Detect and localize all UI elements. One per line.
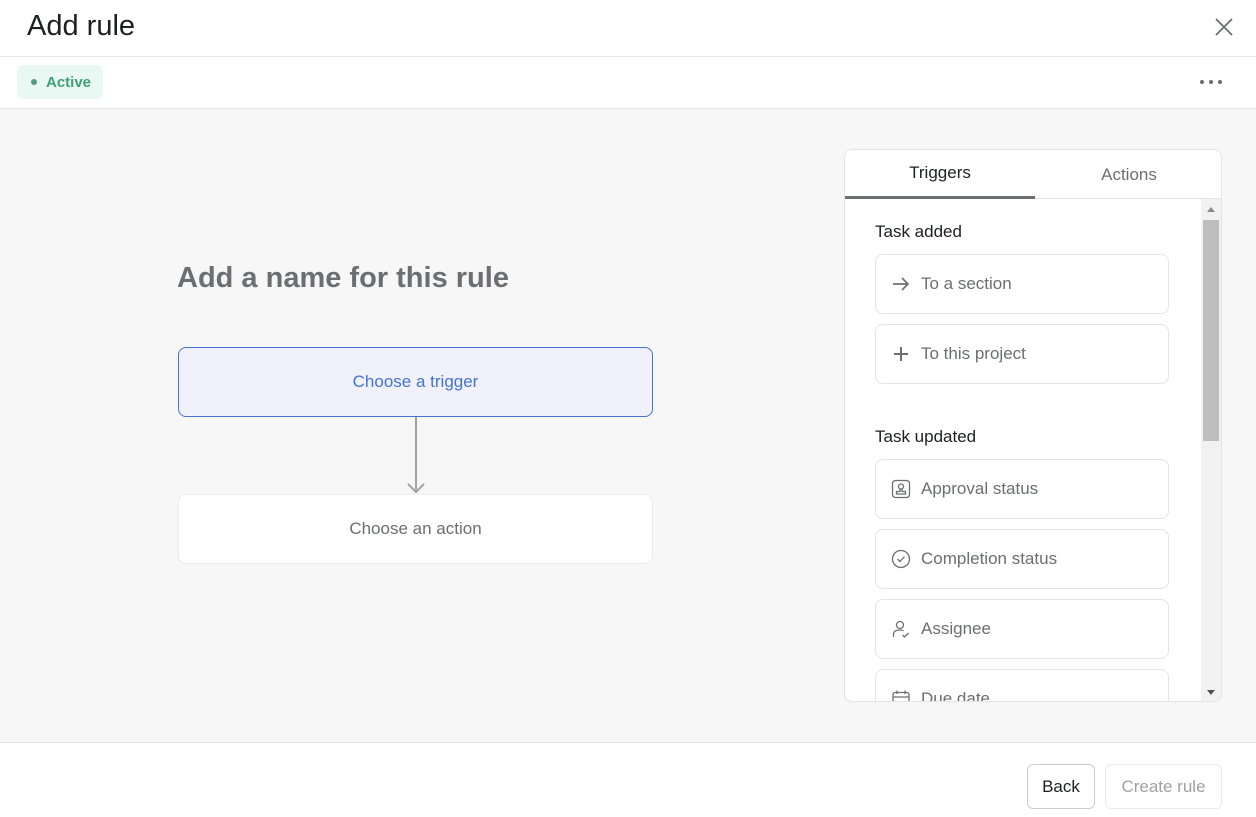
dialog-footer: Back Create rule <box>0 742 1256 817</box>
trigger-picker-panel: Triggers Actions Task added To a section… <box>844 149 1222 702</box>
page-title: Add rule <box>27 10 136 42</box>
more-dot <box>1209 80 1213 84</box>
trigger-item-label: Completion status <box>921 549 1058 568</box>
calendar-icon <box>892 690 910 701</box>
plus-icon <box>894 347 908 361</box>
trigger-item-label: Assignee <box>921 619 991 638</box>
more-dot <box>1218 80 1222 84</box>
rule-builder-canvas: Add a name for this rule Choose a trigge… <box>0 109 1256 742</box>
dialog-header: Add rule <box>0 0 1256 57</box>
create-rule-button[interactable]: Create rule <box>1105 764 1222 809</box>
trigger-item-label: Due date <box>921 689 990 702</box>
more-options-button[interactable] <box>1200 75 1228 89</box>
trigger-item-approval-status[interactable]: Approval status <box>875 459 1169 519</box>
trigger-item-due-date[interactable]: Due date <box>875 669 1169 702</box>
scrollbar-thumb[interactable] <box>1203 220 1219 441</box>
section-label-task-updated: Task updated <box>875 427 977 446</box>
trigger-item-label: Approval status <box>921 479 1039 498</box>
stamp-icon <box>891 479 911 499</box>
trigger-item-assignee[interactable]: Assignee <box>875 599 1169 659</box>
arrow-right-icon <box>893 277 910 291</box>
section-label-task-added: Task added <box>875 222 962 241</box>
trigger-item-to-this-project[interactable]: To this project <box>875 324 1169 384</box>
tab-actions[interactable]: Actions <box>1035 150 1221 199</box>
trigger-item-label: To a section <box>921 274 1012 293</box>
trigger-item-completion-status[interactable]: Completion status <box>875 529 1169 589</box>
check-circle-icon <box>891 549 911 569</box>
more-horizontal-icon <box>1200 80 1204 84</box>
close-button[interactable] <box>1212 15 1236 39</box>
choose-action-box[interactable]: Choose an action <box>178 494 653 564</box>
scroll-down-arrow-icon[interactable] <box>1207 690 1215 695</box>
panel-tabs: Triggers Actions <box>845 150 1221 199</box>
status-bar: Active <box>0 57 1256 109</box>
status-dot-icon <box>31 79 37 85</box>
trigger-list: Task added To a section To this project … <box>845 199 1201 702</box>
choose-trigger-box[interactable]: Choose a trigger <box>178 347 653 417</box>
status-badge[interactable]: Active <box>17 65 104 99</box>
user-check-icon <box>892 620 909 638</box>
back-button[interactable]: Back <box>1027 764 1095 809</box>
status-label: Active <box>46 73 92 91</box>
trigger-list-scrollbar[interactable] <box>1201 199 1221 701</box>
arrow-down-icon <box>407 417 425 494</box>
tab-triggers[interactable]: Triggers <box>845 150 1035 199</box>
trigger-item-label: To this project <box>921 344 1026 363</box>
trigger-item-to-a-section[interactable]: To a section <box>875 254 1169 314</box>
rule-name-input[interactable]: Add a name for this rule <box>177 262 509 295</box>
close-icon <box>1215 18 1233 36</box>
scroll-up-arrow-icon[interactable] <box>1207 207 1215 212</box>
